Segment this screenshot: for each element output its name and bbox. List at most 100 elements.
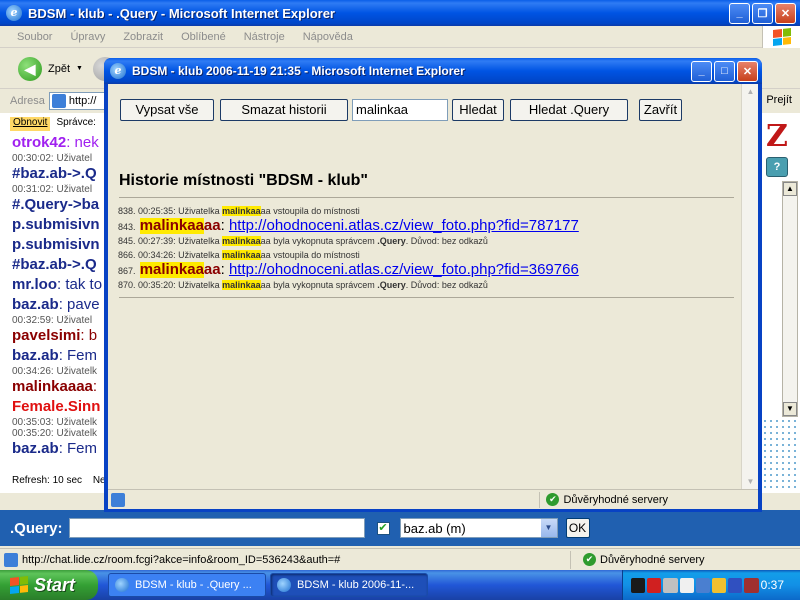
start-button[interactable]: Start: [0, 570, 98, 600]
chat-system-line: 00:32:59: Uživatel: [12, 315, 93, 326]
list-all-button[interactable]: Vypsat vše: [120, 99, 214, 121]
back-arrow-icon[interactable]: ◀: [18, 56, 42, 81]
chat-nick[interactable]: otrok42: [12, 134, 66, 151]
history-heading: Historie místnosti "BDSM - klub": [119, 172, 368, 189]
ie-icon: [277, 578, 291, 592]
message-link[interactable]: http://ohodnoceni.atlas.cz/view_foto.php…: [229, 218, 579, 234]
popup-scrollbar[interactable]: ▲ ▼: [741, 84, 758, 489]
go-button[interactable]: Prejít: [766, 94, 792, 106]
search-button[interactable]: Hledat: [452, 99, 504, 121]
ie-icon: e: [110, 63, 126, 79]
chat-message-line: Female.Sinn: [12, 397, 112, 417]
main-window-title: BDSM - klub - .Query - Microsoft Interne…: [28, 5, 335, 21]
close-button[interactable]: ✕: [775, 2, 796, 24]
popup-maximize-button[interactable]: □: [714, 60, 735, 82]
page-icon: [51, 94, 66, 108]
event-text: vstoupila do místnosti: [273, 250, 360, 260]
tray-display-icon[interactable]: [695, 577, 711, 593]
event-subject: Uživatelka: [178, 206, 220, 216]
chat-nick[interactable]: baz.ab: [12, 347, 59, 364]
chat-system-line: 00:35:20: Uživatelk: [12, 428, 98, 439]
tray-window-icon[interactable]: [679, 577, 694, 593]
chat-text: : nek: [66, 134, 99, 151]
history-message-line: 843. malinkaaaa: http://ohodnoceni.atlas…: [118, 218, 738, 234]
kick-reason: . Důvod: bez odkazů: [405, 236, 488, 246]
user-nick-label: .Query:: [10, 519, 63, 537]
scroll-up-icon[interactable]: ▲: [783, 182, 797, 196]
trusted-zone-icon: ✔: [583, 553, 596, 566]
chat-nick[interactable]: p.submisivn: [12, 216, 100, 233]
search-highlight: malinkaa: [222, 280, 261, 290]
help-icon[interactable]: ?: [766, 157, 788, 177]
chat-text: : Fem: [58, 347, 98, 364]
nick-remainder: aa: [260, 250, 271, 260]
recipient-select[interactable]: baz.ab (m) ▼: [399, 518, 558, 538]
message-link[interactable]: http://ohodnoceni.atlas.cz/view_foto.php…: [229, 262, 579, 278]
chat-text: : Fem: [58, 440, 98, 457]
line-number: 870.: [118, 280, 136, 290]
nick-remainder: aa: [260, 236, 271, 246]
back-dropdown-icon[interactable]: ▼: [76, 65, 83, 72]
main-titlebar[interactable]: e BDSM - klub - .Query - Microsoft Inter…: [0, 0, 800, 26]
chat-nick[interactable]: baz.ab: [12, 440, 59, 457]
chat-nick[interactable]: mr.loo: [12, 276, 57, 293]
chat-message-line: #baz.ab->.Q: [12, 164, 112, 184]
clear-history-button[interactable]: Smazat historii: [220, 99, 348, 121]
tray-folder-icon[interactable]: [712, 577, 727, 593]
chat-nick[interactable]: pavelsimi: [12, 327, 80, 344]
line-number: 843.: [118, 222, 136, 232]
clock[interactable]: 0:37: [761, 578, 784, 592]
chat-nick[interactable]: #baz.ab->.Q: [12, 256, 97, 273]
windows-flag-icon: [10, 576, 28, 594]
popup-minimize-button[interactable]: _: [691, 60, 712, 82]
menu-help[interactable]: Nápověda: [294, 31, 362, 43]
popup-status-bar: ✔ Důvěryhodné servery: [108, 489, 758, 509]
trusted-zone-icon: ✔: [546, 493, 560, 506]
scroll-up-icon[interactable]: ▲: [743, 84, 758, 99]
chat-nick[interactable]: malinkaaaa: [12, 378, 93, 395]
chat-nick[interactable]: baz.ab: [12, 296, 59, 313]
popup-trust-zone: ✔ Důvěryhodné servery: [539, 491, 668, 508]
refresh-interval: Refresh: 10 sec: [12, 475, 83, 486]
tray-connection-icon[interactable]: [744, 577, 759, 593]
send-button[interactable]: OK: [565, 518, 590, 538]
trust-zone: ✔ Důvěryhodné servery: [570, 550, 705, 569]
chat-nick[interactable]: p.submisivn: [12, 236, 100, 253]
message-input[interactable]: [68, 518, 365, 538]
message-input-bar: .Query: ✔ baz.ab (m) ▼ OK: [0, 510, 800, 546]
chat-scrollbar[interactable]: ▲ ▼: [782, 181, 798, 417]
chevron-down-icon[interactable]: ▼: [540, 519, 557, 537]
event-text: byla vykopnuta správcem: [273, 280, 375, 290]
menu-file[interactable]: Soubor: [8, 31, 61, 43]
menu-view[interactable]: Zobrazit: [114, 31, 172, 43]
taskbar-item-popup[interactable]: BDSM - klub 2006-11-...: [270, 573, 428, 597]
taskbar-item-main[interactable]: BDSM - klub - .Query ...: [108, 573, 266, 597]
scroll-down-icon[interactable]: ▼: [743, 474, 758, 489]
tray-app-icon[interactable]: [631, 577, 646, 593]
search-input[interactable]: malinkaa: [352, 99, 448, 121]
address-input[interactable]: http://: [48, 92, 109, 110]
menu-edit[interactable]: Úpravy: [61, 31, 114, 43]
restore-button[interactable]: ❐: [752, 2, 773, 24]
chat-text: :: [92, 378, 98, 395]
scroll-down-icon[interactable]: ▼: [783, 402, 797, 416]
chat-nick[interactable]: #.Query->ba: [12, 196, 99, 213]
tray-network-icon[interactable]: [663, 577, 678, 593]
taskbar-item-label: BDSM - klub 2006-11-...: [297, 579, 415, 591]
chat-system-line: 00:34:26: Uživatelk: [12, 366, 98, 377]
chat-system-line: 00:30:02: Uživatel: [12, 153, 93, 164]
popup-close-button[interactable]: ✕: [737, 60, 758, 82]
menu-favorites[interactable]: Oblíbené: [172, 31, 235, 43]
tray-antivirus-icon[interactable]: [647, 577, 662, 593]
chat-nick[interactable]: Female.Sinn: [12, 398, 100, 415]
whisper-checkbox[interactable]: ✔: [376, 521, 390, 535]
popup-titlebar[interactable]: e BDSM - klub 2006-11-19 21:35 - Microso…: [104, 58, 762, 84]
search-query-button[interactable]: Hledat .Query: [510, 99, 628, 121]
close-history-button[interactable]: Zavřít: [639, 99, 682, 121]
back-button-label[interactable]: Zpět: [48, 63, 70, 75]
menu-tools[interactable]: Nástroje: [235, 31, 294, 43]
chat-nick[interactable]: #baz.ab->.Q: [12, 165, 97, 182]
minimize-button[interactable]: _: [729, 2, 750, 24]
refresh-link[interactable]: Obnovit: [10, 117, 51, 131]
tray-security-icon[interactable]: [728, 577, 743, 593]
